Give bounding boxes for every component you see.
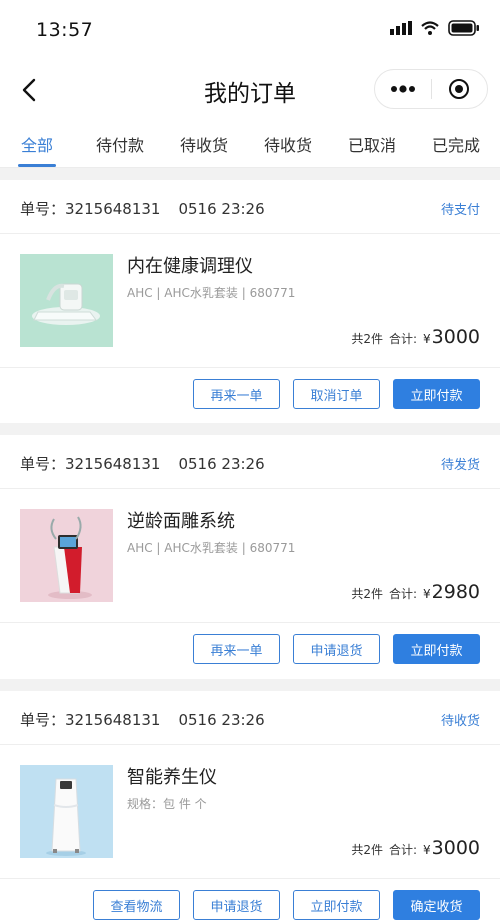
order-product[interactable]: 逆龄面雕系统 AHC | AHC水乳套装 | 680771 共2件 合计: ¥2… — [0, 489, 500, 623]
tab-pending-receipt[interactable]: 待收货 — [162, 132, 246, 156]
cancel-order-button[interactable]: 取消订单 — [293, 379, 380, 409]
tab-cancelled[interactable]: 已取消 — [330, 132, 414, 156]
order-no-label: 单号： — [20, 711, 66, 729]
order-number: 单号：3215648131 0516 23:26 — [20, 453, 265, 474]
order-no-value: 3215648131 — [65, 200, 161, 218]
order-total: 共2件 合计: ¥3000 — [351, 837, 480, 859]
battery-icon — [448, 20, 479, 36]
more-button[interactable] — [375, 70, 431, 108]
tab-pending-payment[interactable]: 待付款 — [78, 132, 162, 156]
order-header: 单号：3215648131 0516 23:26 待支付 — [0, 180, 500, 234]
order-no-label: 单号： — [20, 200, 66, 218]
order-product[interactable]: 内在健康调理仪 AHC | AHC水乳套装 | 680771 共2件 合计: ¥… — [0, 234, 500, 368]
wifi-icon — [421, 21, 439, 35]
product-image[interactable] — [20, 509, 113, 602]
order-datetime: 0516 23:26 — [178, 455, 265, 473]
section-gap — [0, 679, 500, 691]
order-status: 待发货 — [440, 458, 480, 473]
order-status: 待支付 — [440, 203, 480, 218]
product-image[interactable] — [20, 765, 113, 858]
order-number: 单号：3215648131 0516 23:26 — [20, 198, 265, 219]
reorder-button[interactable]: 再来一单 — [193, 379, 280, 409]
order-status: 待收货 — [440, 714, 480, 729]
item-count: 共2件 — [351, 587, 383, 601]
order-card: 单号：3215648131 0516 23:26 待收货 智能养生仪 规格：包 件… — [0, 691, 500, 923]
order-tabs: 全部 待付款 待收货 待收货 已取消 已完成 — [0, 120, 500, 168]
confirm-receipt-button[interactable]: 确定收货 — [393, 890, 480, 920]
status-icons — [390, 20, 480, 36]
order-datetime: 0516 23:26 — [178, 200, 265, 218]
order-no-value: 3215648131 — [65, 711, 161, 729]
order-actions: 再来一单 取消订单 立即付款 — [0, 368, 500, 424]
nav-bar: 我的订单 — [0, 60, 500, 120]
more-dots-icon — [390, 85, 415, 93]
total-price: 2980 — [431, 581, 480, 603]
section-gap — [0, 168, 500, 180]
currency-symbol: ¥ — [423, 587, 431, 601]
order-header: 单号：3215648131 0516 23:26 待发货 — [0, 435, 500, 489]
order-card: 单号：3215648131 0516 23:26 待支付 内在健康调理仪 AHC … — [0, 180, 500, 424]
order-actions: 查看物流 申请退货 立即付款 确定收货 — [0, 879, 500, 923]
total-label: 合计: — [388, 587, 417, 601]
request-return-button[interactable]: 申请退货 — [293, 634, 380, 664]
product-name: 内在健康调理仪 — [127, 256, 253, 277]
product-name: 逆龄面雕系统 — [127, 511, 235, 532]
record-circle-icon — [449, 79, 470, 99]
order-actions: 再来一单 申请退货 立即付款 — [0, 623, 500, 679]
currency-symbol: ¥ — [423, 843, 431, 857]
request-return-button[interactable]: 申请退货 — [193, 890, 280, 920]
product-spec: 规格：包 件 个 — [127, 797, 207, 811]
total-price: 3000 — [431, 837, 480, 859]
section-gap — [0, 423, 500, 435]
product-name: 智能养生仪 — [127, 767, 217, 788]
track-shipment-button[interactable]: 查看物流 — [93, 890, 180, 920]
pay-now-button[interactable]: 立即付款 — [393, 634, 480, 664]
status-time: 13:57 — [36, 19, 94, 41]
tab-all[interactable]: 全部 — [0, 132, 79, 156]
currency-symbol: ¥ — [423, 332, 431, 346]
close-miniapp-button[interactable] — [431, 70, 487, 108]
signal-icon — [390, 21, 412, 35]
pay-now-button[interactable]: 立即付款 — [293, 890, 380, 920]
tab-active-indicator — [18, 164, 56, 167]
order-header: 单号：3215648131 0516 23:26 待收货 — [0, 691, 500, 745]
capsule-menu — [374, 69, 488, 109]
order-product[interactable]: 智能养生仪 规格：包 件 个 共2件 合计: ¥3000 — [0, 745, 500, 879]
order-total: 共2件 合计: ¥2980 — [351, 581, 480, 603]
item-count: 共2件 — [351, 843, 383, 857]
pay-now-button[interactable]: 立即付款 — [393, 379, 480, 409]
total-price: 3000 — [431, 326, 480, 348]
item-count: 共2件 — [351, 332, 383, 346]
total-label: 合计: — [388, 843, 417, 857]
product-image[interactable] — [20, 254, 113, 347]
order-total: 共2件 合计: ¥3000 — [351, 326, 480, 348]
order-no-label: 单号： — [20, 455, 66, 473]
tab-pending-receipt-2[interactable]: 待收货 — [246, 132, 330, 156]
product-spec: AHC | AHC水乳套装 | 680771 — [127, 541, 296, 555]
product-spec: AHC | AHC水乳套装 | 680771 — [127, 286, 296, 300]
order-card: 单号：3215648131 0516 23:26 待发货 逆龄面雕系统 AHC |… — [0, 435, 500, 679]
status-bar: 13:57 — [0, 0, 500, 60]
reorder-button[interactable]: 再来一单 — [193, 634, 280, 664]
total-label: 合计: — [388, 332, 417, 346]
tab-completed[interactable]: 已完成 — [414, 132, 498, 156]
order-datetime: 0516 23:26 — [178, 711, 265, 729]
order-number: 单号：3215648131 0516 23:26 — [20, 709, 265, 730]
order-no-value: 3215648131 — [65, 455, 161, 473]
